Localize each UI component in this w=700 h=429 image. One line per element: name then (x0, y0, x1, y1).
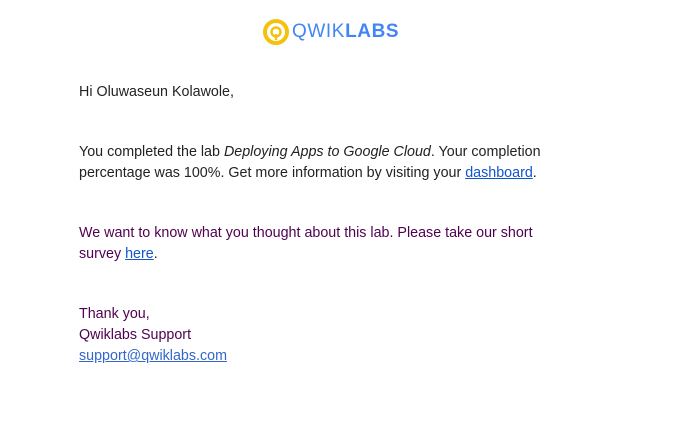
support-email-link[interactable]: support@qwiklabs.com (79, 348, 227, 364)
survey-paragraph: We want to know what you thought about t… (79, 223, 559, 265)
logo-text-qwik: QWIK (292, 21, 346, 42)
greeting: Hi Oluwaseun Kolawole, (79, 84, 234, 100)
survey-suffix: . (153, 246, 158, 262)
survey-link[interactable]: here (125, 246, 154, 262)
signoff-thanks: Thank you, (79, 306, 150, 322)
signoff-team: Qwiklabs Support (79, 327, 192, 343)
qwiklabs-logo-icon (263, 19, 289, 45)
logo-wordmark: QWIKLABS (292, 19, 399, 45)
signoff: Thank you, Qwiklabs Support support@qwikla… (79, 304, 559, 367)
lab-name: Deploying Apps to Google Cloud (223, 144, 431, 160)
completion-paragraph: You completed the lab Deploying Apps to … (79, 142, 559, 184)
qwiklabs-logo: QWIKLABS (263, 19, 399, 45)
logo-text-labs: LABS (345, 21, 400, 42)
completion-suffix: . (532, 165, 537, 181)
completion-prefix: You completed the lab (79, 144, 224, 160)
dashboard-link[interactable]: dashboard (465, 165, 533, 181)
